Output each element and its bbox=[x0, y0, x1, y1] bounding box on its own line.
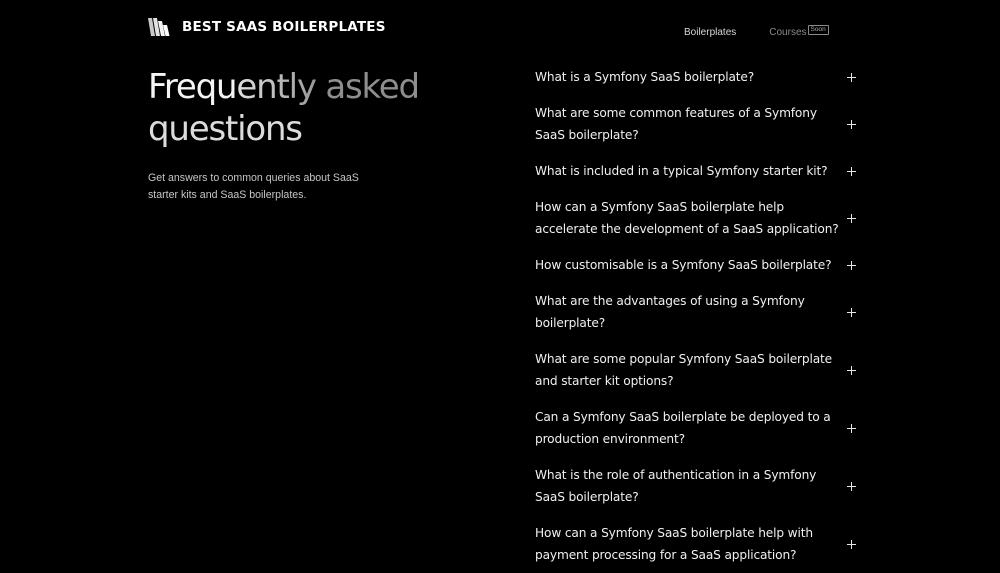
faq-question: How can a Symfony SaaS boilerplate help … bbox=[535, 526, 813, 562]
faq-item[interactable]: What is a Symfony SaaS boilerplate? bbox=[535, 66, 857, 88]
faq-item[interactable]: What is the role of authentication in a … bbox=[535, 464, 857, 508]
plus-icon bbox=[847, 72, 857, 82]
faq-question: How can a Symfony SaaS boilerplate help … bbox=[535, 200, 839, 236]
page-subtitle: Get answers to common queries about SaaS… bbox=[148, 172, 359, 201]
stacked-slashes-logo-icon bbox=[148, 18, 170, 36]
site-header: BEST SAAS BOILERPLATES Boilerplates Cour… bbox=[0, 0, 1000, 60]
faq-intro: Frequently asked questions Get answers t… bbox=[148, 66, 420, 203]
faq-question: What is a Symfony SaaS boilerplate? bbox=[535, 70, 755, 84]
main-nav: Boilerplates Courses Soon bbox=[684, 25, 829, 38]
faq-question: What are the advantages of using a Symfo… bbox=[535, 294, 805, 330]
plus-icon bbox=[847, 365, 857, 375]
brand-name: BEST SAAS BOILERPLATES bbox=[182, 19, 386, 35]
faq-question: How customisable is a Symfony SaaS boile… bbox=[535, 258, 832, 272]
nav-link-courses[interactable]: Courses Soon bbox=[769, 25, 829, 38]
plus-icon bbox=[847, 307, 857, 317]
faq-question: Can a Symfony SaaS boilerplate be deploy… bbox=[535, 410, 831, 446]
faq-question: What is the role of authentication in a … bbox=[535, 468, 817, 504]
nav-link-boilerplates[interactable]: Boilerplates bbox=[684, 27, 736, 38]
title-word-1-part-1: Frequ bbox=[148, 67, 238, 107]
plus-icon bbox=[847, 481, 857, 491]
faq-item[interactable]: What are some common features of a Symfo… bbox=[535, 102, 857, 146]
plus-icon bbox=[847, 166, 857, 176]
faq-item[interactable]: Can a Symfony SaaS boilerplate be deploy… bbox=[535, 406, 857, 450]
nav-link-courses-label: Courses bbox=[769, 27, 807, 38]
faq-question: What are some popular Symfony SaaS boile… bbox=[535, 352, 833, 388]
title-word-2: asked bbox=[325, 67, 420, 107]
title-word-1-part-2: ently bbox=[236, 67, 317, 107]
plus-icon bbox=[847, 539, 857, 549]
faq-question: What is included in a typical Symfony st… bbox=[535, 164, 828, 178]
faq-item[interactable]: What are some popular Symfony SaaS boile… bbox=[535, 348, 857, 392]
plus-icon bbox=[847, 260, 857, 270]
title-word-3: questions bbox=[148, 109, 303, 149]
faq-item[interactable]: How can a Symfony SaaS boilerplate help … bbox=[535, 196, 857, 240]
plus-icon bbox=[847, 213, 857, 223]
faq-item[interactable]: What is included in a typical Symfony st… bbox=[535, 160, 857, 182]
faq-item[interactable]: How can a Symfony SaaS boilerplate help … bbox=[535, 522, 857, 566]
faq-item[interactable]: What are the advantages of using a Symfo… bbox=[535, 290, 857, 334]
soon-badge: Soon bbox=[807, 25, 829, 35]
plus-icon bbox=[847, 119, 857, 129]
faq-question: What are some common features of a Symfo… bbox=[535, 106, 817, 142]
faq-item[interactable]: How customisable is a Symfony SaaS boile… bbox=[535, 254, 857, 276]
plus-icon bbox=[847, 423, 857, 433]
page-title: Frequently asked questions bbox=[148, 66, 420, 150]
brand-logo-link[interactable]: BEST SAAS BOILERPLATES bbox=[148, 17, 386, 37]
